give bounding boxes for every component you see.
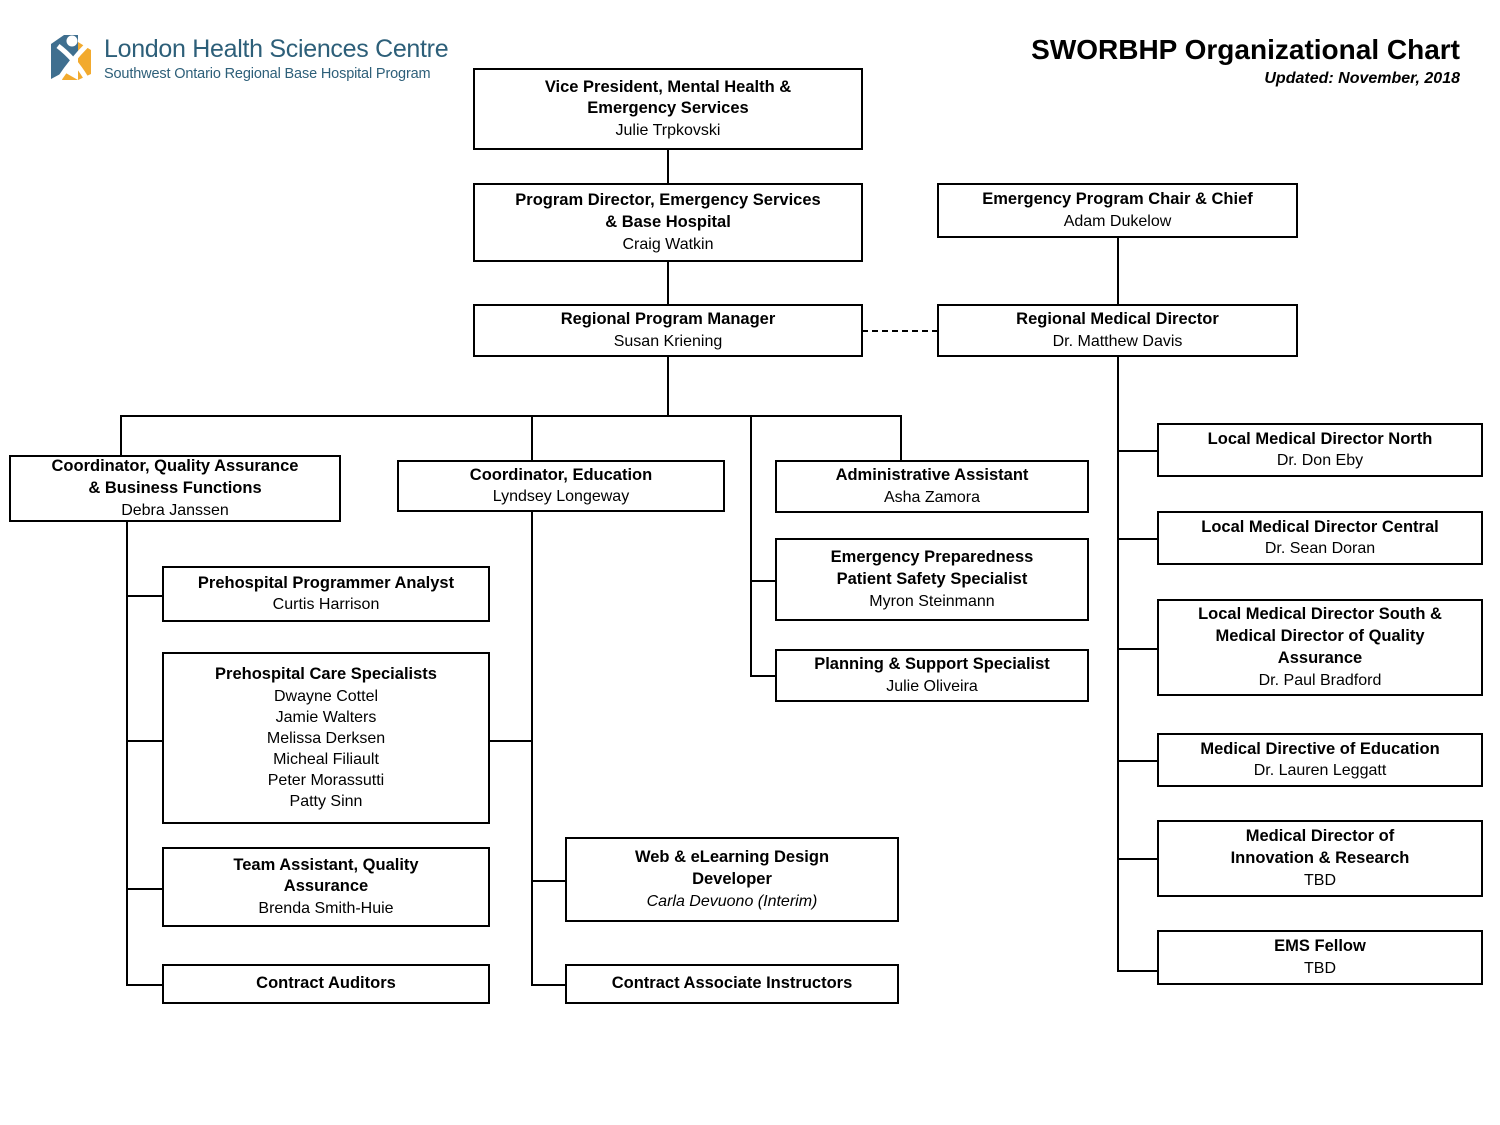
node-person: Craig Watkin: [622, 235, 714, 253]
node-contract-auditors[interactable]: Contract Auditors: [162, 964, 490, 1004]
node-program-director[interactable]: Program Director, Emergency Services & Ba…: [473, 183, 863, 262]
node-team-assistant-quality-assurance[interactable]: Team Assistant, Quality Assurance Brenda …: [162, 847, 490, 927]
logo-title: London Health Sciences Centre: [104, 35, 449, 63]
connector-education-to-instructors: [531, 984, 565, 986]
connector-rmd-to-innovation: [1117, 858, 1157, 860]
node-medical-director-innovation-research[interactable]: Medical Director of Innovation & Research…: [1157, 820, 1483, 897]
node-local-medical-director-central[interactable]: Local Medical Director Central Dr. Sean …: [1157, 511, 1483, 565]
connector-rmd-to-north: [1117, 450, 1157, 452]
updated-date: Updated: November, 2018: [1264, 70, 1460, 87]
connector-manager-drop: [667, 357, 669, 417]
node-person: Dr. Lauren Leggatt: [1253, 762, 1387, 780]
node-title: Contract Associate Instructors: [611, 974, 853, 993]
connector-drop-admin-assistant: [900, 415, 902, 460]
node-person: TBD: [1304, 959, 1336, 977]
node-ems-fellow[interactable]: EMS Fellow TBD: [1157, 930, 1483, 985]
logo-subtitle: Southwest Ontario Regional Base Hospital…: [104, 66, 431, 83]
connector-dashed-manager-rmd: [862, 330, 938, 332]
node-person: Lyndsey Longeway: [492, 488, 630, 506]
node-regional-program-manager[interactable]: Regional Program Manager Susan Kriening: [473, 304, 863, 357]
node-medical-directive-of-education[interactable]: Medical Directive of Education Dr. Laure…: [1157, 733, 1483, 787]
node-title: Regional Medical Director: [1016, 310, 1219, 329]
connector-qa-to-team-assistant: [126, 888, 162, 890]
node-title: Contract Auditors: [256, 974, 396, 993]
connector-rmd-to-ems-fellow: [1117, 970, 1157, 972]
node-person: Dwayne Cottel Jamie Walters Melissa Derkse…: [266, 687, 386, 811]
node-person: Myron Steinmann: [869, 592, 995, 610]
node-title: Program Director, Emergency Services & Ba…: [515, 191, 821, 231]
node-coordinator-quality-assurance[interactable]: Coordinator, Quality Assurance & Business…: [9, 455, 341, 522]
lhsc-logo-icon: [51, 35, 91, 80]
connector-drop-coordinator-qa: [120, 415, 122, 455]
node-title: Emergency Preparedness Patient Safety Spe…: [830, 548, 1034, 588]
connector-admin-to-preparedness: [750, 580, 776, 582]
node-person: Julie Trpkovski: [615, 122, 721, 140]
connector-chair-to-rmd: [1117, 238, 1119, 304]
node-administrative-assistant[interactable]: Administrative Assistant Asha Zamora: [775, 460, 1089, 513]
node-emergency-program-chair[interactable]: Emergency Program Chair & Chief Adam Duk…: [937, 183, 1298, 238]
node-person: Asha Zamora: [883, 488, 981, 506]
connector-drop-coordinator-education: [531, 415, 533, 460]
node-title: Prehospital Programmer Analyst: [197, 573, 455, 592]
node-title: Local Medical Director Central: [1201, 517, 1439, 536]
node-title: Prehospital Care Specialists: [215, 664, 437, 683]
connector-rmd-to-central: [1117, 538, 1157, 540]
node-title: Administrative Assistant: [835, 466, 1029, 485]
node-person: Dr. Matthew Davis: [1052, 332, 1183, 350]
connector-qa-to-auditors: [126, 984, 162, 986]
node-contract-associate-instructors[interactable]: Contract Associate Instructors: [565, 964, 899, 1004]
connector-rmd-to-south: [1117, 648, 1157, 650]
node-person: Carla Devuono (Interim): [646, 892, 818, 910]
node-person: Brenda Smith-Huie: [258, 900, 394, 918]
node-web-elearning-design-developer[interactable]: Web & eLearning Design Developer Carla De…: [565, 837, 899, 922]
node-title: Local Medical Director North: [1207, 429, 1433, 448]
node-title: Web & eLearning Design Developer: [634, 848, 830, 888]
org-chart-page: London Health Sciences Centre Southwest …: [0, 0, 1500, 1125]
page-title: SWORBHP Organizational Chart: [1031, 34, 1460, 65]
node-title: Medical Directive of Education: [1200, 739, 1440, 758]
node-local-medical-director-north[interactable]: Local Medical Director North Dr. Don Eby: [1157, 423, 1483, 477]
connector-director-to-manager: [667, 262, 669, 304]
lhsc-logo: London Health Sciences Centre Southwest …: [48, 32, 449, 84]
node-regional-medical-director[interactable]: Regional Medical Director Dr. Matthew Da…: [937, 304, 1298, 357]
node-title: EMS Fellow: [1274, 937, 1366, 956]
connector-drop-admin-branch: [750, 415, 752, 460]
node-person: TBD: [1304, 871, 1336, 889]
connector-education-to-web: [531, 880, 565, 882]
node-person: Susan Kriening: [613, 332, 723, 350]
node-person: Dr. Don Eby: [1276, 452, 1364, 470]
connector-education-to-specialists: [490, 740, 533, 742]
connector-qa-spine: [126, 522, 128, 986]
node-vice-president[interactable]: Vice President, Mental Health & Emergency…: [473, 68, 863, 150]
node-title: Vice President, Mental Health & Emergency…: [544, 77, 792, 118]
node-coordinator-education[interactable]: Coordinator, Education Lyndsey Longeway: [397, 460, 725, 512]
connector-manager-bus: [120, 415, 902, 417]
connector-admin-spine: [750, 460, 752, 677]
node-planning-support-specialist[interactable]: Planning & Support Specialist Julie Oliv…: [775, 649, 1089, 702]
node-person: Dr. Paul Bradford: [1258, 671, 1382, 689]
connector-education-spine: [531, 512, 533, 986]
connector-qa-to-programmer: [126, 595, 162, 597]
node-title: Emergency Program Chair & Chief: [982, 190, 1253, 209]
node-title: Team Assistant, Quality Assurance: [233, 855, 419, 896]
node-title: Planning & Support Specialist: [814, 655, 1050, 674]
node-prehospital-care-specialists[interactable]: Prehospital Care Specialists Dwayne Cott…: [162, 652, 490, 824]
node-person: Debra Janssen: [121, 501, 229, 519]
node-emergency-preparedness-specialist[interactable]: Emergency Preparedness Patient Safety Spe…: [775, 538, 1089, 621]
connector-admin-to-planning: [750, 675, 776, 677]
node-title: Medical Director of Innovation & Research: [1230, 827, 1410, 867]
node-title: Local Medical Director South & Medical Di…: [1198, 605, 1442, 667]
connector-qa-to-specialists: [126, 740, 162, 742]
node-prehospital-programmer-analyst[interactable]: Prehospital Programmer Analyst Curtis Ha…: [162, 566, 490, 622]
node-person: Curtis Harrison: [272, 596, 380, 614]
connector-rmd-to-directive-education: [1117, 760, 1157, 762]
node-local-medical-director-south[interactable]: Local Medical Director South & Medical Di…: [1157, 599, 1483, 696]
node-person: Julie Oliveira: [886, 677, 978, 695]
node-person: Dr. Sean Doran: [1264, 540, 1376, 558]
node-title: Coordinator, Quality Assurance & Business…: [51, 457, 299, 497]
node-person: Adam Dukelow: [1063, 212, 1172, 230]
node-title: Coordinator, Education: [469, 465, 653, 484]
connector-vp-to-director: [667, 150, 669, 183]
node-title: Regional Program Manager: [560, 310, 776, 329]
